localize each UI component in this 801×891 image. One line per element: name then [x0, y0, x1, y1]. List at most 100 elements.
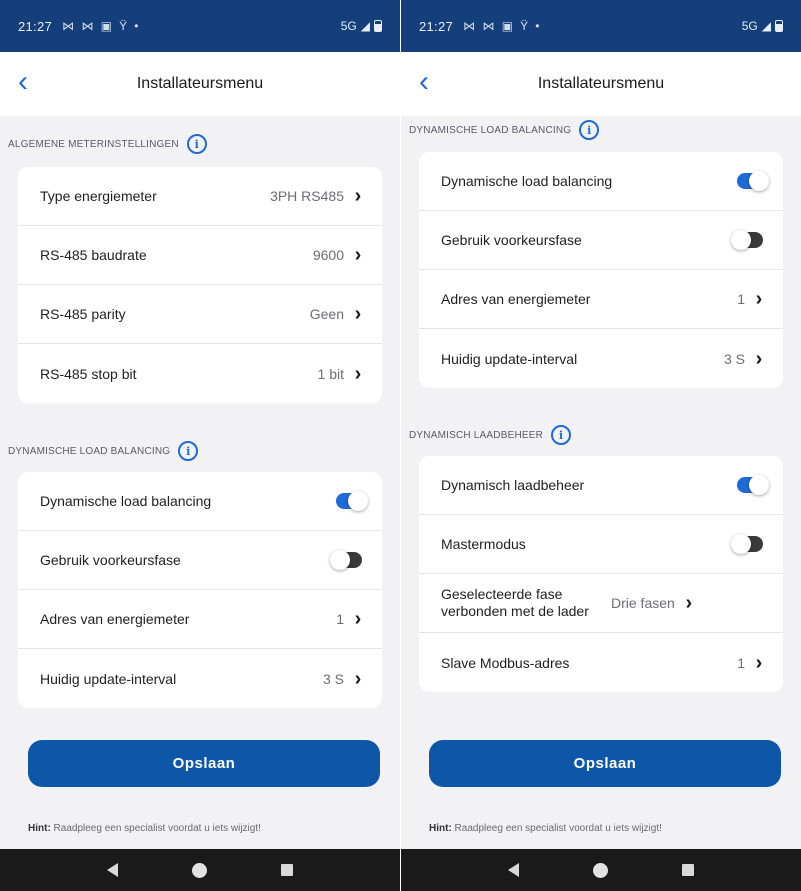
status-time: 21:27 — [18, 18, 53, 34]
row-label: Dynamisch laadbeheer — [441, 477, 585, 493]
row-preferred-phase[interactable]: Gebruik voorkeursfase — [18, 531, 382, 590]
row-dynamic-load-balancing[interactable]: Dynamische load balancing — [419, 152, 783, 211]
hint-text: Hint: Raadpleeg een specialist voordat u… — [429, 823, 662, 834]
app-bar: ‹ Installateursmenu — [0, 52, 400, 116]
settings-card: Dynamische load balancing Gebruik voorke… — [419, 152, 783, 388]
chevron-right-icon: › — [354, 303, 362, 325]
row-update-interval[interactable]: Huidig update-interval 3 S › — [419, 329, 783, 388]
toggle-switch-off[interactable] — [731, 230, 763, 250]
row-rs485-baudrate[interactable]: RS-485 baudrate 9600 › — [18, 226, 382, 285]
back-button[interactable]: ‹ — [419, 67, 447, 98]
info-icon[interactable]: i — [178, 441, 199, 461]
chevron-right-icon: › — [755, 347, 763, 370]
info-icon[interactable]: i — [551, 425, 572, 445]
toggle-knob — [731, 534, 751, 554]
nav-home-icon[interactable] — [192, 862, 207, 878]
row-selected-phase[interactable]: Geselecteerde fase verbonden met de lade… — [419, 574, 783, 633]
hint-label: Hint: — [28, 823, 51, 834]
row-value: 9600 — [312, 247, 344, 263]
status-right: 5G ◢ — [742, 19, 783, 33]
row-label: Huidig update-interval — [40, 670, 177, 687]
app-bar: ‹ Installateursmenu — [401, 52, 801, 116]
section-title: ALGEMENE METERINSTELLINGEN — [8, 138, 179, 150]
toggle-knob — [749, 475, 769, 495]
toggle-switch-on[interactable] — [737, 171, 769, 191]
chevron-right-icon: › — [354, 667, 362, 690]
nav-back-icon[interactable] — [508, 863, 519, 877]
row-value: Drie fasen — [611, 595, 675, 611]
network-label: 5G — [340, 19, 357, 33]
nav-recent-icon[interactable] — [682, 864, 694, 876]
section-title: DYNAMISCHE LOAD BALANCING — [8, 445, 171, 457]
battery-icon — [374, 20, 382, 32]
row-value: 1 — [737, 291, 745, 307]
toggle-knob — [348, 491, 368, 511]
row-label: Dynamische load balancing — [441, 173, 613, 189]
card-dynamic-charge-management: Dynamisch laadbeheer Mastermodus Geselec… — [401, 456, 801, 692]
row-label: Dynamische load balancing — [40, 493, 212, 509]
row-value: 3 S — [322, 670, 344, 687]
hint-message: Raadpleeg een specialist voordat u iets … — [50, 823, 261, 834]
phone-screen-left: 21:27 ⋈ ⋈ ▣ Ϋ • 5G ◢ ‹ Installateursmenu… — [0, 0, 400, 891]
notification-icons: ⋈ ⋈ ▣ Ϋ • — [62, 19, 141, 33]
save-button[interactable]: Opslaan — [28, 740, 380, 787]
info-icon[interactable]: i — [579, 120, 600, 140]
row-update-interval[interactable]: Huidig update-interval 3 S › — [18, 649, 382, 708]
row-label: Huidig update-interval — [441, 350, 578, 367]
row-master-mode[interactable]: Mastermodus — [419, 515, 783, 574]
row-label: RS-485 parity — [40, 306, 126, 322]
chevron-right-icon: › — [354, 244, 362, 266]
section-header: DYNAMISCHE LOAD BALANCING i — [405, 119, 801, 141]
row-value: 3 S — [723, 350, 745, 367]
row-value: 1 — [737, 654, 745, 671]
card-general-meter: Type energiemeter 3PH RS485 › RS-485 bau… — [0, 167, 400, 403]
section-dynamic-load: DYNAMISCHE LOAD BALANCING i — [0, 440, 400, 462]
chevron-right-icon: › — [755, 651, 763, 674]
settings-card: Dynamische load balancing Gebruik voorke… — [18, 472, 382, 708]
section-title: DYNAMISCH LAADBEHEER — [409, 429, 544, 441]
row-meter-address[interactable]: Adres van energiemeter 1 › — [419, 270, 783, 329]
battery-icon — [775, 20, 783, 32]
row-dynamic-load-balancing[interactable]: Dynamische load balancing — [18, 472, 382, 531]
toggle-switch-off[interactable] — [330, 550, 362, 570]
toggle-knob — [749, 171, 769, 191]
row-dynamic-charge-management[interactable]: Dynamisch laadbeheer — [419, 456, 783, 515]
row-type-energy-meter[interactable]: Type energiemeter 3PH RS485 › — [18, 167, 382, 226]
settings-card: Dynamisch laadbeheer Mastermodus Geselec… — [419, 456, 783, 692]
row-value: Geen — [309, 306, 344, 322]
row-label: Adres van energiemeter — [40, 611, 190, 627]
section-title: DYNAMISCHE LOAD BALANCING — [409, 124, 572, 136]
status-bar: 21:27 ⋈ ⋈ ▣ Ϋ • 5G ◢ — [401, 0, 801, 52]
row-preferred-phase[interactable]: Gebruik voorkeursfase — [419, 211, 783, 270]
save-button[interactable]: Opslaan — [429, 740, 781, 787]
row-rs485-parity[interactable]: RS-485 parity Geen › — [18, 285, 382, 344]
info-icon[interactable]: i — [186, 134, 207, 154]
nav-recent-icon[interactable] — [281, 864, 293, 876]
toggle-switch-on[interactable] — [737, 475, 769, 495]
row-slave-modbus-address[interactable]: Slave Modbus-adres 1 › — [419, 633, 783, 692]
row-meter-address[interactable]: Adres van energiemeter 1 › — [18, 590, 382, 649]
settings-card: Type energiemeter 3PH RS485 › RS-485 bau… — [18, 167, 382, 403]
row-label: RS-485 baudrate — [40, 247, 147, 263]
toggle-switch-off[interactable] — [731, 534, 763, 554]
section-header: DYNAMISCH LAADBEHEER i — [405, 424, 801, 446]
nav-back-icon[interactable] — [107, 863, 118, 877]
page-title: Installateursmenu — [136, 75, 264, 92]
row-label: Geselecteerde fase verbonden met de lade… — [441, 586, 589, 619]
row-label: Gebruik voorkeursfase — [441, 232, 582, 248]
nav-home-icon[interactable] — [593, 862, 608, 878]
page-title: Installateursmenu — [537, 75, 665, 92]
row-label: Type energiemeter — [40, 188, 157, 204]
status-time: 21:27 — [419, 18, 454, 34]
hint-message: Raadpleeg een specialist voordat u iets … — [451, 823, 662, 834]
section-dynamic-load: DYNAMISCHE LOAD BALANCING i — [401, 119, 801, 141]
network-label: 5G — [741, 19, 758, 33]
row-label: Adres van energiemeter — [441, 291, 591, 307]
section-header: DYNAMISCHE LOAD BALANCING i — [4, 440, 400, 462]
system-nav-bar — [401, 849, 801, 891]
toggle-switch-on[interactable] — [336, 491, 368, 511]
back-button[interactable]: ‹ — [18, 67, 46, 98]
row-rs485-stop-bit[interactable]: RS-485 stop bit 1 bit › — [18, 344, 382, 403]
signal-icon: ◢ — [360, 19, 370, 33]
chevron-left-icon: ‹ — [18, 65, 28, 98]
